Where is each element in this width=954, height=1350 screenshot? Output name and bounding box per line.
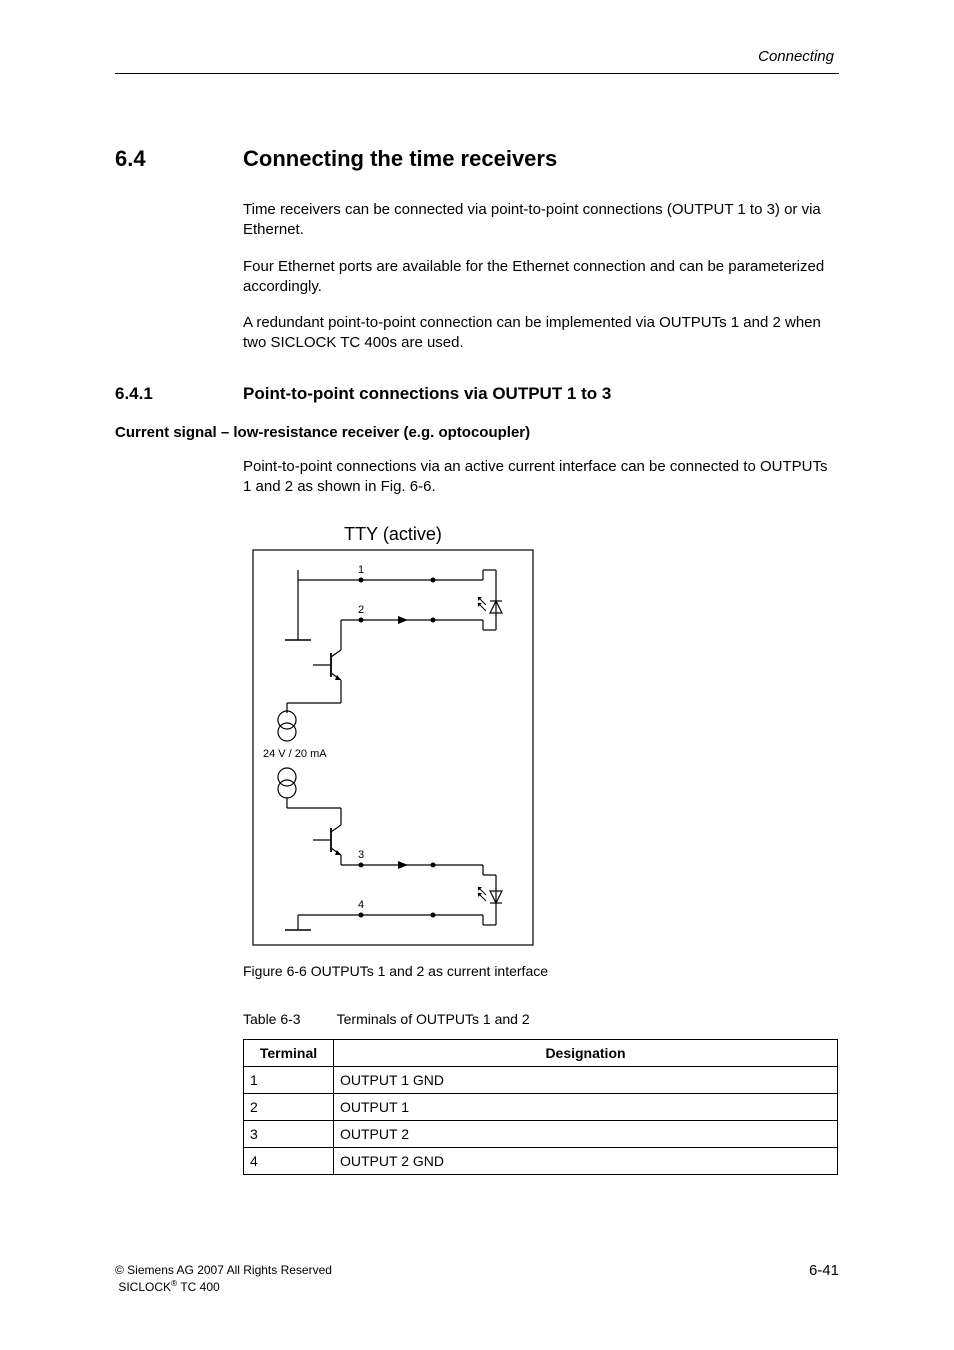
header-rule: [115, 73, 839, 74]
section-paragraph: Time receivers can be connected via poin…: [243, 200, 839, 241]
page-number: 6-41: [809, 1262, 839, 1279]
cell-designation: OUTPUT 1: [334, 1094, 838, 1121]
table-row: 1 OUTPUT 1 GND: [244, 1067, 838, 1094]
terminal-table: Terminal Designation 1 OUTPUT 1 GND 2 OU…: [243, 1039, 838, 1175]
table-row: 3 OUTPUT 2: [244, 1121, 838, 1148]
table-row: 2 OUTPUT 1: [244, 1094, 838, 1121]
table-header-designation: Designation: [334, 1040, 838, 1067]
subsection-subheading: Current signal – low-resistance receiver…: [115, 424, 839, 441]
table-caption-number: Table 6-3: [243, 1011, 333, 1027]
svg-text:24 V / 20 mA: 24 V / 20 mA: [263, 748, 327, 760]
figure-caption: Figure 6-6 OUTPUTs 1 and 2 as current in…: [243, 963, 839, 979]
svg-text:4: 4: [358, 899, 364, 911]
cell-designation: OUTPUT 2: [334, 1121, 838, 1148]
section-number: 6.4: [115, 146, 243, 172]
subsection-heading: 6.4.1 Point-to-point connections via OUT…: [115, 384, 839, 404]
footer-copyright: © Siemens AG 2007 All Rights Reserved SI…: [115, 1262, 332, 1295]
cell-terminal: 2: [244, 1094, 334, 1121]
subsection-paragraph: Point-to-point connections via an active…: [243, 457, 839, 498]
table-header-terminal: Terminal: [244, 1040, 334, 1067]
diagram: TTY (active) 1 2: [243, 525, 839, 955]
svg-text:1: 1: [358, 564, 364, 576]
svg-text:3: 3: [358, 849, 364, 861]
section-title: Connecting the time receivers: [243, 146, 557, 172]
circuit-diagram-icon: TTY (active) 1 2: [243, 525, 623, 955]
cell-terminal: 1: [244, 1067, 334, 1094]
cell-terminal: 4: [244, 1148, 334, 1175]
subsection-title: Point-to-point connections via OUTPUT 1 …: [243, 384, 611, 404]
cell-terminal: 3: [244, 1121, 334, 1148]
table-caption: Table 6-3 Terminals of OUTPUTs 1 and 2: [243, 1011, 839, 1027]
svg-text:2: 2: [358, 604, 364, 616]
table-caption-text: Terminals of OUTPUTs 1 and 2: [337, 1011, 530, 1027]
subsection-number: 6.4.1: [115, 384, 243, 404]
header-section-label: Connecting: [115, 48, 839, 73]
page-header: Connecting: [115, 0, 839, 74]
section-paragraph: A redundant point-to-point connection ca…: [243, 313, 839, 354]
page-footer: © Siemens AG 2007 All Rights Reserved SI…: [115, 1262, 839, 1295]
section-paragraph: Four Ethernet ports are available for th…: [243, 257, 839, 298]
section-heading: 6.4 Connecting the time receivers: [115, 146, 839, 172]
table-row: 4 OUTPUT 2 GND: [244, 1148, 838, 1175]
svg-text:TTY (active): TTY (active): [344, 525, 442, 544]
cell-designation: OUTPUT 2 GND: [334, 1148, 838, 1175]
cell-designation: OUTPUT 1 GND: [334, 1067, 838, 1094]
